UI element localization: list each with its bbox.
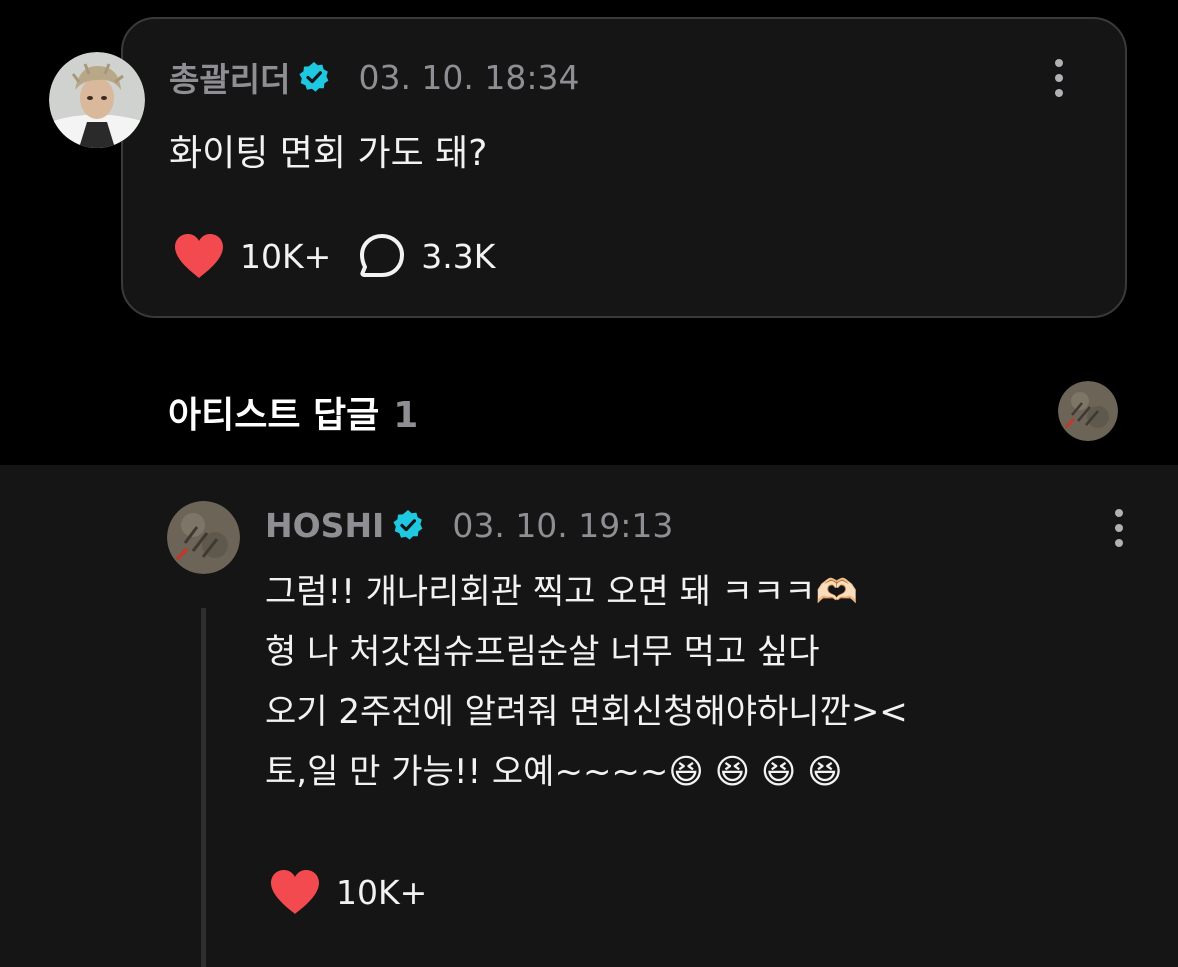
dot-icon [1115,509,1123,517]
post-author-avatar[interactable] [49,52,145,148]
reply-like-count: 10K+ [336,872,428,912]
post-body-text: 화이팅 면회 가도 돼? [169,133,488,174]
heart-icon[interactable] [268,868,322,916]
dot-icon [1055,89,1063,97]
dot-icon [1055,59,1063,67]
comment-bubble-icon[interactable] [357,232,407,280]
thread-line [201,608,206,967]
artist-filter-avatar[interactable] [1058,381,1118,441]
reply-timestamp: 03. 10. 19:13 [452,505,674,545]
reply-line: 오기 2주전에 알려줘 면회신청해야하니깐>< [265,692,908,732]
reply-more-options-icon[interactable] [1114,509,1124,547]
reply-stats: 10K+ [268,867,427,917]
dot-icon [1115,539,1123,547]
reply-line: 형 나 처갓집슈프림순살 너무 먹고 싶다 [265,632,820,672]
artist-replies-count: 1 [393,395,419,436]
dot-icon [1055,74,1063,82]
reply-author-name[interactable]: HOSHI [265,506,384,545]
post-timestamp: 03. 10. 18:34 [358,57,580,97]
post-author-name[interactable]: 총괄리더 [169,53,290,101]
reply-line: 토,일 만 가능!! 오예~~~~😆 😆 😆 😆 [265,752,843,792]
artist-replies-label: 아티스트 답글 [168,395,380,436]
post-more-options-icon[interactable] [1054,59,1064,97]
artist-replies-title: 아티스트 답글 1 [168,386,418,438]
verified-icon [393,510,423,540]
post-header: 총괄리더 03. 10. 18:34 [169,53,580,101]
avatar-photo [49,52,145,148]
reply-line: 그럼!! 개나리회관 찍고 오면 돼 ㅋㅋㅋ🫶🏻 [265,572,858,612]
verified-icon [299,62,329,92]
reply-author-avatar[interactable] [167,501,240,574]
post-comment-count: 3.3K [421,236,496,276]
dot-icon [1115,524,1123,532]
reply-body-text: 그럼!! 개나리회관 찍고 오면 돼 ㅋㅋㅋ🫶🏻 형 나 처갓집슈프림순살 너무… [265,562,908,802]
heart-icon[interactable] [172,232,226,280]
app-screen: 총괄리더 03. 10. 18:34 화이팅 면회 가도 돼? 10K+ 3.3… [0,0,1178,967]
reply-header: HOSHI 03. 10. 19:13 [265,503,673,547]
reply-section: HOSHI 03. 10. 19:13 그럼!! 개나리회관 찍고 오면 돼 ㅋ… [0,465,1178,967]
artist-avatar-photo [1058,381,1118,441]
reply-avatar-photo [167,501,240,574]
post-like-count: 10K+ [240,236,332,276]
post-stats: 10K+ 3.3K [172,231,495,281]
